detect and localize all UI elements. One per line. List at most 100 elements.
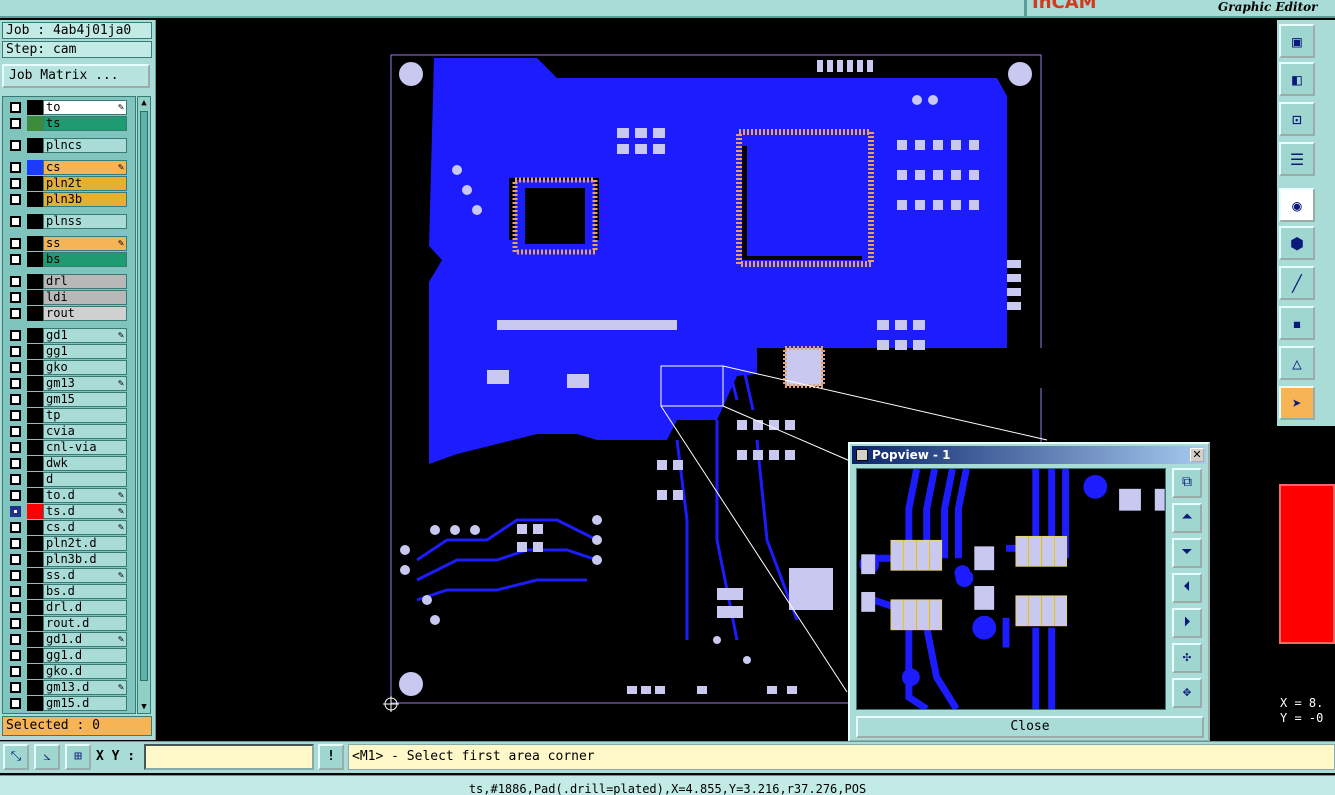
- layer-color-swatch[interactable]: [27, 584, 43, 599]
- layer-name[interactable]: bs: [43, 252, 127, 267]
- popview-pan-left-button[interactable]: ⏴: [1172, 573, 1202, 603]
- layer-color-swatch[interactable]: [27, 306, 43, 321]
- layer-color-swatch[interactable]: [27, 696, 43, 711]
- layer-row[interactable]: gko: [5, 360, 127, 375]
- tool-zoom-fit-button[interactable]: ⊡: [1279, 102, 1315, 136]
- layer-checkbox[interactable]: [10, 634, 21, 645]
- tool-move-button[interactable]: ◧: [1279, 62, 1315, 96]
- layer-checkbox[interactable]: [10, 194, 21, 205]
- layer-checkbox[interactable]: [10, 442, 21, 453]
- tool-copy-button[interactable]: ▣: [1279, 24, 1315, 58]
- layer-checkbox[interactable]: [10, 292, 21, 303]
- layer-row[interactable]: rout: [5, 306, 127, 321]
- snap-button[interactable]: ⤡: [3, 744, 29, 770]
- layer-row[interactable]: drl: [5, 274, 127, 289]
- popview-close-button[interactable]: Close: [856, 716, 1204, 738]
- layer-checkbox[interactable]: [10, 330, 21, 341]
- layer-row[interactable]: cs ✎: [5, 160, 127, 175]
- layer-checkbox[interactable]: [10, 394, 21, 405]
- layer-name[interactable]: ts: [43, 116, 127, 131]
- layer-color-swatch[interactable]: [27, 440, 43, 455]
- layer-name[interactable]: gm15.d: [43, 696, 127, 711]
- scroll-down-arrow-icon[interactable]: ▼: [139, 701, 149, 713]
- scroll-thumb[interactable]: [140, 111, 148, 681]
- layer-checkbox[interactable]: [10, 162, 21, 173]
- layer-color-swatch[interactable]: [27, 252, 43, 267]
- layer-color-swatch[interactable]: [27, 424, 43, 439]
- layer-color-swatch[interactable]: [27, 552, 43, 567]
- layer-checkbox[interactable]: [10, 254, 21, 265]
- layer-color-swatch[interactable]: [27, 536, 43, 551]
- popview-canvas[interactable]: [856, 468, 1166, 710]
- layer-name[interactable]: gm13 ✎: [43, 376, 127, 391]
- layer-name[interactable]: gg1: [43, 344, 127, 359]
- layer-checkbox[interactable]: [10, 276, 21, 287]
- layer-name[interactable]: ldi: [43, 290, 127, 305]
- layer-name[interactable]: cvia: [43, 424, 127, 439]
- layer-row[interactable]: ss.d ✎: [5, 568, 127, 583]
- layer-name[interactable]: ts.d ✎: [43, 504, 127, 519]
- layer-color-swatch[interactable]: [27, 274, 43, 289]
- layer-name[interactable]: dwk: [43, 456, 127, 471]
- layer-row[interactable]: d: [5, 472, 127, 487]
- layer-checkbox[interactable]: [10, 602, 21, 613]
- layer-row[interactable]: gm15: [5, 392, 127, 407]
- layer-checkbox[interactable]: [10, 458, 21, 469]
- layer-checkbox[interactable]: [10, 140, 21, 151]
- popview-zoom-in-button[interactable]: ✣: [1172, 643, 1202, 673]
- layer-color-swatch[interactable]: [27, 176, 43, 191]
- close-icon[interactable]: ✕: [1190, 448, 1204, 462]
- layer-row[interactable]: plnss: [5, 214, 127, 229]
- layer-row[interactable]: pln2t.d: [5, 536, 127, 551]
- layer-name[interactable]: plncs: [43, 138, 127, 153]
- layer-name[interactable]: gd1 ✎: [43, 328, 127, 343]
- layer-color-swatch[interactable]: [27, 408, 43, 423]
- layer-name[interactable]: to.d ✎: [43, 488, 127, 503]
- layer-row[interactable]: gd1.d ✎: [5, 632, 127, 647]
- layer-row[interactable]: cs.d ✎: [5, 520, 127, 535]
- xy-input[interactable]: [144, 744, 314, 770]
- layer-name[interactable]: rout.d: [43, 616, 127, 631]
- layer-checkbox[interactable]: [10, 216, 21, 227]
- layer-checkbox[interactable]: [10, 346, 21, 357]
- layer-name[interactable]: gd1.d ✎: [43, 632, 127, 647]
- layer-checkbox[interactable]: [10, 362, 21, 373]
- layer-row[interactable]: gg1.d: [5, 648, 127, 663]
- layer-checkbox[interactable]: [10, 308, 21, 319]
- grid-button[interactable]: ⊞: [65, 744, 91, 770]
- layer-name[interactable]: pln3b.d: [43, 552, 127, 567]
- layer-checkbox[interactable]: [10, 102, 21, 113]
- layer-row[interactable]: ts.d ✎: [5, 504, 127, 519]
- popview-pan-down-button[interactable]: ⏷: [1172, 538, 1202, 568]
- layer-checkbox[interactable]: [10, 522, 21, 533]
- layer-name[interactable]: gko.d: [43, 664, 127, 679]
- alert-button[interactable]: !: [318, 744, 344, 770]
- layer-name[interactable]: to ✎: [43, 100, 127, 115]
- layer-row[interactable]: gm13 ✎: [5, 376, 127, 391]
- mini-map-viewport[interactable]: [1279, 484, 1335, 644]
- layer-row[interactable]: gd1 ✎: [5, 328, 127, 343]
- tool-shape-button[interactable]: ▪: [1279, 306, 1315, 340]
- popview-zoom-button[interactable]: ⧉: [1172, 468, 1202, 498]
- layer-color-swatch[interactable]: [27, 568, 43, 583]
- layer-color-swatch[interactable]: [27, 504, 43, 519]
- layer-color-swatch[interactable]: [27, 632, 43, 647]
- layer-color-swatch[interactable]: [27, 290, 43, 305]
- layer-color-swatch[interactable]: [27, 100, 43, 115]
- layer-color-swatch[interactable]: [27, 116, 43, 131]
- layer-name[interactable]: gko: [43, 360, 127, 375]
- layer-color-swatch[interactable]: [27, 648, 43, 663]
- layer-checkbox[interactable]: [10, 378, 21, 389]
- layer-checkbox[interactable]: [10, 490, 21, 501]
- layer-name[interactable]: cnl-via: [43, 440, 127, 455]
- layer-checkbox[interactable]: [10, 650, 21, 661]
- measure-button[interactable]: ⦣: [34, 744, 60, 770]
- layer-checkbox[interactable]: [10, 666, 21, 677]
- layer-checkbox[interactable]: [10, 698, 21, 709]
- layer-color-swatch[interactable]: [27, 160, 43, 175]
- layer-name[interactable]: cs ✎: [43, 160, 127, 175]
- layer-checkbox[interactable]: [10, 682, 21, 693]
- layer-name[interactable]: pln2t: [43, 176, 127, 191]
- layer-checkbox[interactable]: [10, 554, 21, 565]
- popview-zoom-out-button[interactable]: ✥: [1172, 678, 1202, 708]
